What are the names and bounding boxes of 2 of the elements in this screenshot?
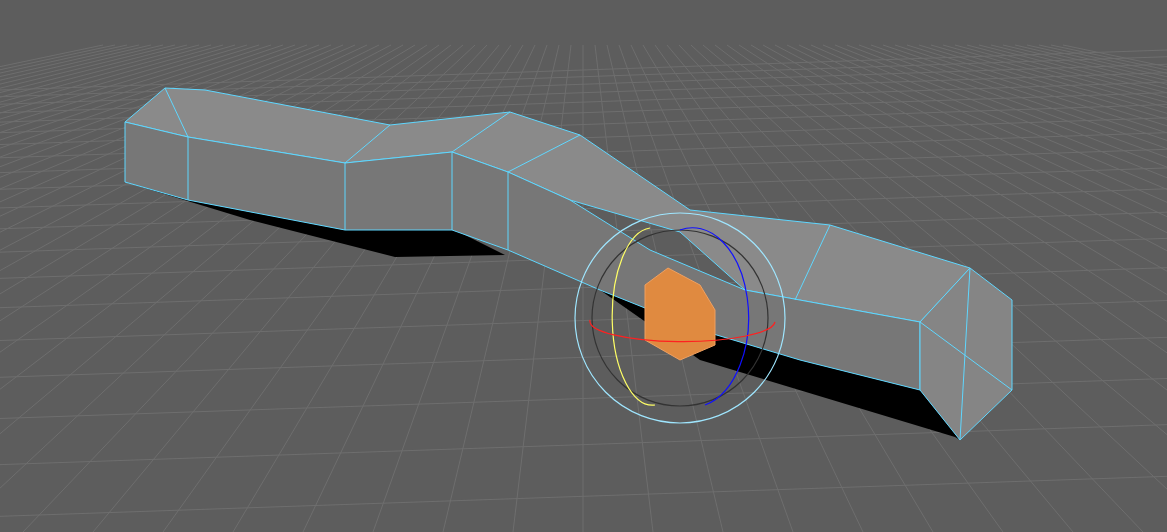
rotate-manipulator-drawing[interactable] xyxy=(574,212,786,424)
mesh-face[interactable] xyxy=(644,267,716,361)
